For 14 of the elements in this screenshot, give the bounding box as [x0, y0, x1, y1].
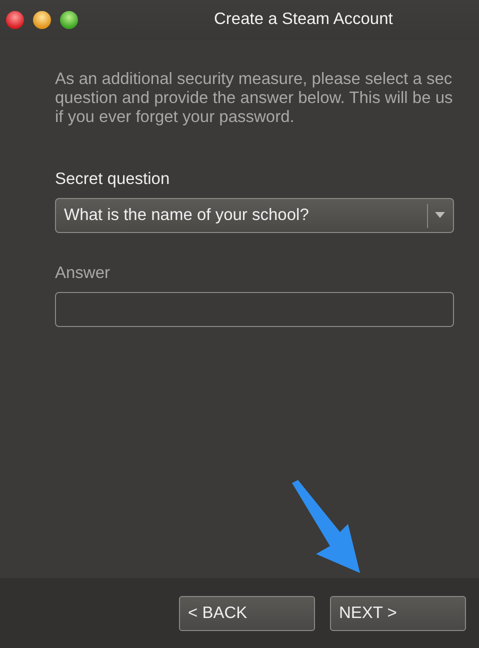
window-title: Create a Steam Account — [214, 10, 393, 29]
question-dropdown[interactable]: What is the name of your school? — [55, 198, 454, 233]
caret-icon — [435, 212, 445, 219]
intro-text: question and provide the answer below. This will be us — [55, 89, 453, 108]
field-label: Answer — [55, 264, 110, 283]
answer-field[interactable] — [55, 292, 454, 327]
close-button[interactable] — [6, 11, 24, 29]
field-label: Secret question — [55, 170, 170, 189]
minimize-button[interactable] — [33, 11, 51, 29]
back-button[interactable]: < BACK — [179, 596, 315, 630]
intro-text: if you ever forget your password. — [55, 108, 294, 127]
intro-text: As an additional security measure, please select a sec — [55, 70, 452, 89]
next-button[interactable]: NEXT > — [330, 596, 466, 630]
zoom-button[interactable] — [60, 11, 78, 29]
